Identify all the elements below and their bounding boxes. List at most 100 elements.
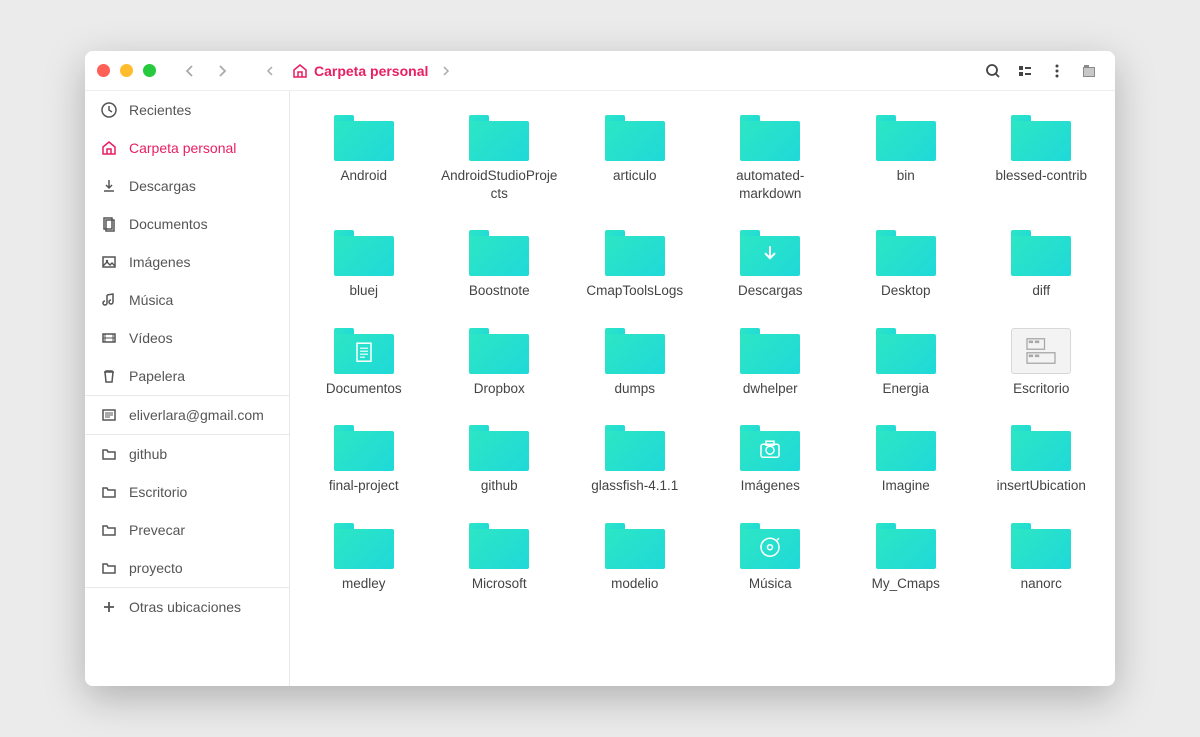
- sidebar-item[interactable]: Prevecar: [85, 511, 289, 549]
- camera-overlay-icon: [758, 437, 782, 464]
- file-label: dumps: [614, 380, 655, 398]
- file-grid: Android AndroidStudioProjects articulo auto…: [298, 107, 1107, 608]
- toolbar: Carpeta personal: [85, 51, 1115, 91]
- file-item[interactable]: dwhelper: [705, 320, 837, 414]
- view-list-button[interactable]: [1011, 57, 1039, 85]
- file-item[interactable]: final-project: [298, 417, 430, 511]
- sidebar-item[interactable]: Documentos: [85, 205, 289, 243]
- file-item[interactable]: dumps: [569, 320, 701, 414]
- file-item[interactable]: bin: [840, 107, 972, 218]
- file-item[interactable]: insertUbication: [976, 417, 1108, 511]
- folder-icon: [101, 446, 117, 462]
- file-item[interactable]: Boostnote: [434, 222, 566, 316]
- file-item[interactable]: articulo: [569, 107, 701, 218]
- sidebar: Recientes Carpeta personal Descargas Docume…: [85, 91, 290, 686]
- plus-icon: [101, 599, 117, 615]
- file-label: bluej: [349, 282, 378, 300]
- sidebar-item[interactable]: Música: [85, 281, 289, 319]
- folder-icon: [876, 523, 936, 569]
- sidebar-item[interactable]: Papelera: [85, 357, 289, 395]
- sidebar-item[interactable]: proyecto: [85, 549, 289, 587]
- file-item[interactable]: Android: [298, 107, 430, 218]
- sidebar-item[interactable]: Carpeta personal: [85, 129, 289, 167]
- file-item[interactable]: My_Cmaps: [840, 515, 972, 609]
- folder-icon: [1011, 230, 1071, 276]
- desktop-icon: [1011, 328, 1071, 374]
- forward-button[interactable]: [208, 57, 236, 85]
- sidebar-item[interactable]: eliverlara@gmail.com: [85, 396, 289, 434]
- file-item[interactable]: diff: [976, 222, 1108, 316]
- sidebar-item-label: Música: [129, 292, 173, 308]
- file-item[interactable]: AndroidStudioProjects: [434, 107, 566, 218]
- minimize-button[interactable]: [120, 64, 133, 77]
- folder-icon: [334, 230, 394, 276]
- folder-icon: [101, 560, 117, 576]
- sidebar-item-label: Carpeta personal: [129, 140, 236, 156]
- sidebar-item[interactable]: github: [85, 435, 289, 473]
- file-item[interactable]: Documentos: [298, 320, 430, 414]
- folder-icon: [469, 523, 529, 569]
- path-next-button[interactable]: [432, 57, 460, 85]
- file-item[interactable]: Desktop: [840, 222, 972, 316]
- sidebar-item[interactable]: Recientes: [85, 91, 289, 129]
- disc-overlay-icon: [758, 535, 782, 562]
- sidebar-item[interactable]: Otras ubicaciones: [85, 588, 289, 626]
- file-item[interactable]: Descargas: [705, 222, 837, 316]
- file-item[interactable]: nanorc: [976, 515, 1108, 609]
- sidebar-item[interactable]: Escritorio: [85, 473, 289, 511]
- folder-icon: [469, 230, 529, 276]
- download-icon: [101, 178, 117, 194]
- sidebar-item[interactable]: Vídeos: [85, 319, 289, 357]
- file-item[interactable]: Microsoft: [434, 515, 566, 609]
- sidebar-item-label: Descargas: [129, 178, 196, 194]
- sidebar-item-label: Otras ubicaciones: [129, 599, 241, 615]
- folder-icon: [469, 328, 529, 374]
- sidebar-item[interactable]: Descargas: [85, 167, 289, 205]
- file-item[interactable]: Imagine: [840, 417, 972, 511]
- folder-icon: [740, 115, 800, 161]
- file-label: Documentos: [326, 380, 402, 398]
- file-label: Desktop: [881, 282, 931, 300]
- path-prev-button[interactable]: [256, 57, 284, 85]
- content-area[interactable]: Android AndroidStudioProjects articulo auto…: [290, 91, 1115, 686]
- file-item[interactable]: Escritorio: [976, 320, 1108, 414]
- file-label: Microsoft: [472, 575, 527, 593]
- file-item[interactable]: medley: [298, 515, 430, 609]
- file-label: insertUbication: [997, 477, 1086, 495]
- folder-icon: [740, 328, 800, 374]
- file-item[interactable]: bluej: [298, 222, 430, 316]
- search-button[interactable]: [979, 57, 1007, 85]
- folder-icon: [740, 230, 800, 276]
- file-label: medley: [342, 575, 386, 593]
- folder-icon: [101, 484, 117, 500]
- back-button[interactable]: [176, 57, 204, 85]
- folder-icon: [605, 230, 665, 276]
- file-item[interactable]: modelio: [569, 515, 701, 609]
- home-icon: [292, 63, 308, 79]
- file-item[interactable]: CmapToolsLogs: [569, 222, 701, 316]
- menu-button[interactable]: [1043, 57, 1071, 85]
- folder-icon: [876, 230, 936, 276]
- file-item[interactable]: glassfish-4.1.1: [569, 417, 701, 511]
- sidebar-item-label: Escritorio: [129, 484, 187, 500]
- file-item[interactable]: Imágenes: [705, 417, 837, 511]
- account-icon: [101, 407, 117, 423]
- documents-icon: [101, 216, 117, 232]
- close-button[interactable]: [97, 64, 110, 77]
- breadcrumb[interactable]: Carpeta personal: [292, 63, 428, 79]
- file-label: AndroidStudioProjects: [439, 167, 559, 202]
- file-item[interactable]: blessed-contrib: [976, 107, 1108, 218]
- folder-icon: [334, 425, 394, 471]
- sidebar-item[interactable]: Imágenes: [85, 243, 289, 281]
- file-item[interactable]: Dropbox: [434, 320, 566, 414]
- file-label: automated-markdown: [710, 167, 830, 202]
- file-label: modelio: [611, 575, 658, 593]
- maximize-button[interactable]: [143, 64, 156, 77]
- file-label: blessed-contrib: [995, 167, 1087, 185]
- file-item[interactable]: Energia: [840, 320, 972, 414]
- file-item[interactable]: automated-markdown: [705, 107, 837, 218]
- file-item[interactable]: github: [434, 417, 566, 511]
- file-item[interactable]: Música: [705, 515, 837, 609]
- folder-icon: [1011, 115, 1071, 161]
- file-manager-window: Carpeta personal RecientesCarpeta person…: [85, 51, 1115, 686]
